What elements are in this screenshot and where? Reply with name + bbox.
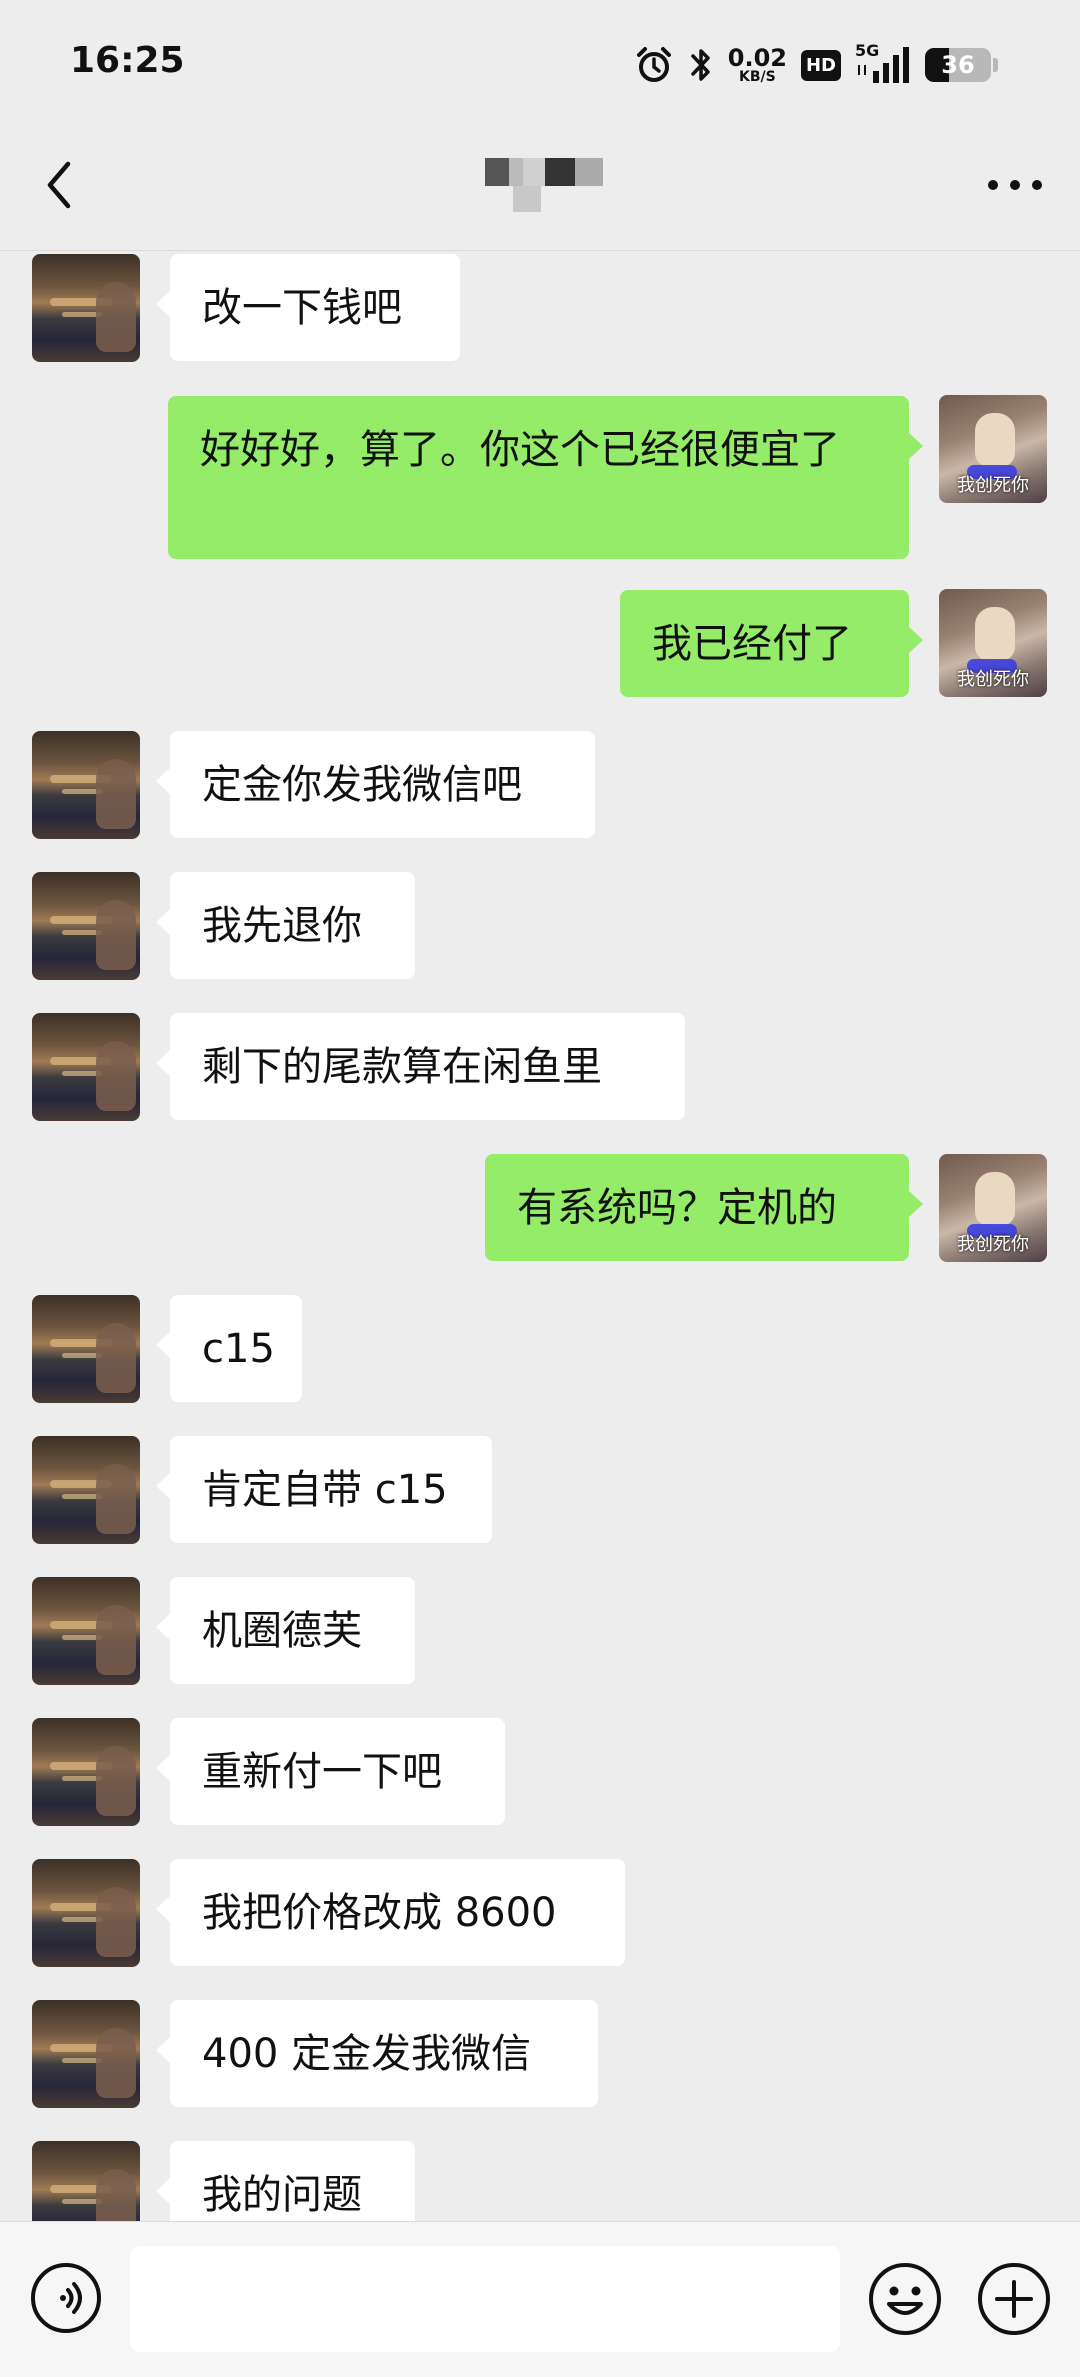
contact-avatar[interactable] — [32, 2141, 140, 2221]
message-bubble-sent[interactable]: 有系统吗？定机的 — [485, 1154, 923, 1261]
message-bubble-received[interactable]: 重新付一下吧 — [156, 1718, 505, 1825]
my-avatar[interactable]: 我创死你 — [939, 395, 1047, 503]
status-icons: 0.02 KB/S HD 5G 36 — [634, 40, 998, 90]
message-bubble-received[interactable]: 剩下的尾款算在闲鱼里 — [156, 1013, 685, 1120]
battery-icon: 36 — [925, 48, 991, 82]
avatar-caption: 我创死你 — [957, 475, 1029, 496]
message-bubble-received[interactable]: 机圈德芙 — [156, 1577, 415, 1684]
message-input[interactable] — [130, 2246, 840, 2352]
emoji-icon — [869, 2263, 941, 2335]
message-bubble-received[interactable]: 改一下钱吧 — [156, 254, 460, 361]
contact-avatar[interactable] — [32, 1436, 140, 1544]
message-bubble-received[interactable]: 我把价格改成 8600 — [156, 1859, 625, 1966]
emoji-button[interactable] — [868, 2262, 942, 2336]
contact-avatar[interactable] — [32, 1859, 140, 1967]
contact-avatar[interactable] — [32, 2000, 140, 2108]
net-speed-unit: KB/S — [739, 69, 776, 85]
plus-icon — [978, 2263, 1050, 2335]
message-bubble-received[interactable]: 定金你发我微信吧 — [156, 731, 595, 838]
alarm-icon — [634, 45, 674, 85]
avatar-caption: 我创死你 — [957, 1234, 1029, 1255]
status-bar: 16:25 0.02 KB/S HD 5G 36 — [0, 0, 1080, 125]
voice-icon — [31, 2263, 101, 2333]
message-bubble-received[interactable]: 肯定自带 c15 — [156, 1436, 492, 1543]
my-avatar[interactable]: 我创死你 — [939, 1154, 1047, 1262]
bluetooth-icon — [688, 45, 714, 85]
nav-bar — [0, 125, 1080, 251]
chevron-left-icon — [47, 161, 71, 209]
chat-title-redacted — [485, 158, 621, 218]
my-avatar[interactable]: 我创死你 — [939, 589, 1047, 697]
status-time: 16:25 — [70, 40, 185, 81]
contact-avatar[interactable] — [32, 872, 140, 980]
message-bubble-received[interactable]: c15 — [156, 1295, 302, 1402]
plus-button[interactable] — [977, 2262, 1051, 2336]
hd-badge: HD — [800, 49, 841, 81]
battery-level: 36 — [941, 51, 975, 79]
contact-avatar[interactable] — [32, 1718, 140, 1826]
chat-area[interactable]: 改一下钱吧 我创死你 好好好，算了。你这个已经很便宜了 我创死你 我已经付了 定… — [0, 251, 1080, 2221]
contact-avatar[interactable] — [32, 254, 140, 362]
message-bubble-received[interactable]: 400 定金发我微信 — [156, 2000, 598, 2107]
message-bubble-received[interactable]: 我先退你 — [156, 872, 415, 979]
more-dots-icon — [988, 180, 1042, 190]
contact-avatar[interactable] — [32, 1295, 140, 1403]
avatar-caption: 我创死你 — [957, 669, 1029, 690]
net-speed-value: 0.02 — [727, 44, 787, 72]
contact-avatar[interactable] — [32, 1577, 140, 1685]
voice-button[interactable] — [30, 2262, 102, 2334]
battery-cap — [993, 58, 998, 72]
contact-avatar[interactable] — [32, 731, 140, 839]
contact-avatar[interactable] — [32, 1013, 140, 1121]
message-bubble-sent[interactable]: 我已经付了 — [620, 590, 923, 697]
signal-icon: 5G — [855, 41, 911, 85]
message-bubble-sent[interactable]: 好好好，算了。你这个已经很便宜了 — [168, 396, 923, 559]
message-bubble-received[interactable]: 我的问题 — [156, 2141, 415, 2221]
back-button[interactable] — [30, 155, 90, 215]
input-bar — [0, 2221, 1080, 2377]
net-speed: 0.02 KB/S — [728, 46, 787, 84]
more-button[interactable] — [980, 155, 1050, 215]
